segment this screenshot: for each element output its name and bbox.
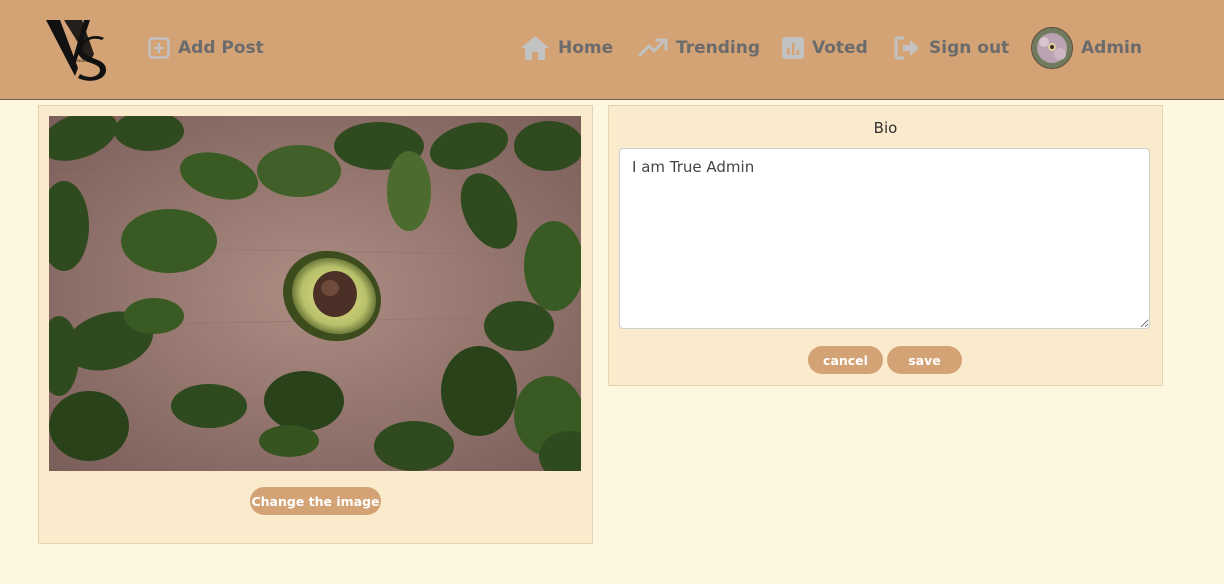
bar-chart-icon: [782, 37, 804, 59]
cancel-button[interactable]: cancel: [808, 346, 883, 374]
nav-sign-out[interactable]: Sign out: [894, 33, 1009, 63]
home-icon: [521, 36, 549, 60]
bio-label: Bio: [873, 119, 898, 137]
nav-add-post-label: Add Post: [178, 38, 264, 58]
sign-out-icon: [894, 36, 919, 60]
save-button[interactable]: save: [887, 346, 962, 374]
nav-voted[interactable]: Voted: [782, 33, 868, 63]
nav-home-label: Home: [558, 38, 614, 58]
nav-sign-out-label: Sign out: [929, 38, 1010, 58]
bio-card: Bio I am True Admin cancel save: [608, 105, 1163, 386]
nav-voted-label: Voted: [812, 38, 868, 58]
nav-add-post[interactable]: Add Post: [148, 33, 264, 63]
profile-image-card: Change the image: [38, 105, 593, 544]
nav-user[interactable]: Admin: [1031, 27, 1142, 69]
profile-photo: [49, 116, 581, 471]
change-image-button[interactable]: Change the image: [250, 487, 381, 515]
trending-icon: [638, 38, 668, 57]
bio-textarea[interactable]: I am True Admin: [619, 148, 1150, 329]
navbar: VERSES Add Post Home Trending Voted Sign…: [0, 0, 1224, 100]
plus-square-icon: [148, 37, 170, 59]
nav-trending-label: Trending: [676, 38, 761, 58]
logo[interactable]: VERSES: [44, 14, 116, 86]
nav-home[interactable]: Home: [520, 33, 613, 63]
nav-trending[interactable]: Trending: [638, 33, 760, 63]
svg-text:VERSES: VERSES: [70, 58, 88, 63]
avatar: [1031, 27, 1073, 69]
nav-user-label: Admin: [1081, 38, 1142, 58]
